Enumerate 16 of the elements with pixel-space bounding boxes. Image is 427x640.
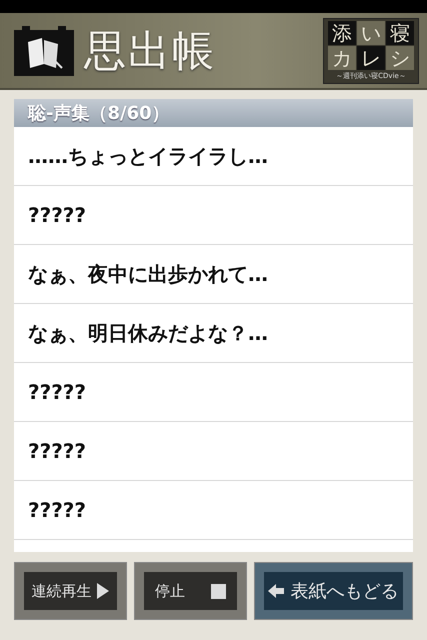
play-all-button[interactable]: 連続再生 (14, 562, 127, 620)
play-icon (97, 583, 110, 599)
voice-list-item[interactable]: ????? (14, 186, 413, 245)
voice-list-item[interactable]: ????? (14, 481, 413, 540)
voice-list-item[interactable]: なぁ、夜中に出歩かれて… (14, 245, 413, 304)
stop-button[interactable]: 停止 (134, 562, 247, 620)
left-arrow-icon (268, 584, 284, 598)
stop-icon (210, 584, 226, 598)
book-icon (14, 26, 74, 76)
voice-list-item[interactable]: ????? (14, 363, 413, 422)
section-header: 聡-声集（8/60） (14, 99, 413, 127)
back-button[interactable]: 表紙へもどる (254, 562, 413, 620)
voice-list-item[interactable]: なぁ、明日休みだよな？… (14, 304, 413, 363)
voice-list-item[interactable]: ……ちょっとイライラし… (14, 127, 413, 186)
screen-title: 思出帳 (84, 24, 217, 76)
voice-list-item[interactable]: ????? (14, 422, 413, 481)
